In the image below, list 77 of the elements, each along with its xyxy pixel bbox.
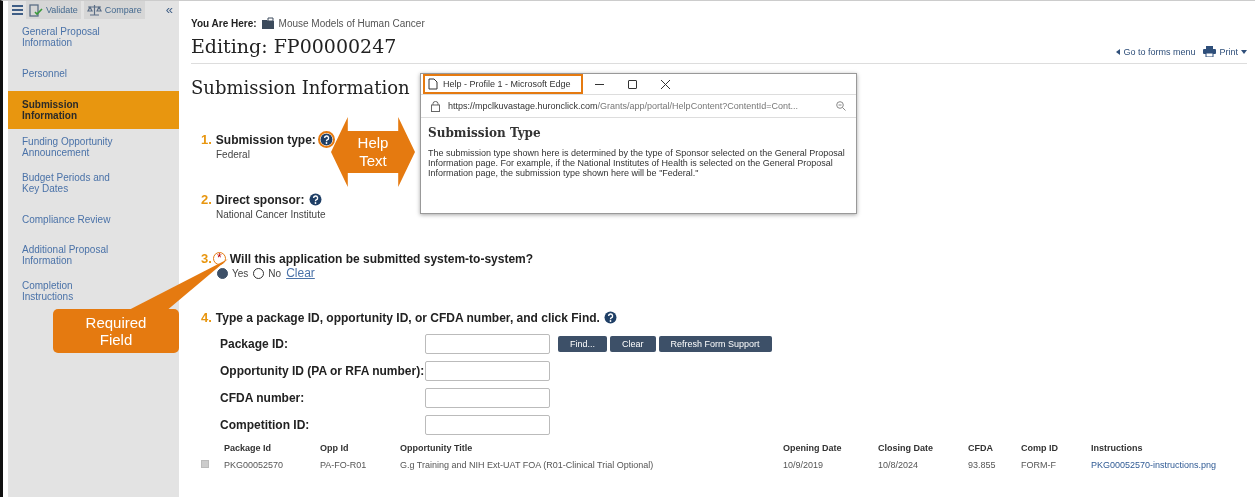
column-header: Closing Date <box>878 443 933 453</box>
radio-label: No <box>268 267 282 279</box>
forms-menu-link[interactable]: Go to forms menu <box>1116 46 1196 57</box>
column-header: Opportunity Title <box>400 443 473 453</box>
sidebar-item[interactable]: Compliance Review <box>8 201 179 237</box>
field-label: Competition ID: <box>220 418 311 432</box>
column-header: Comp ID <box>1021 443 1058 453</box>
radio-label: Yes <box>232 267 249 279</box>
document-check-icon <box>29 3 43 17</box>
scale-icon <box>86 4 102 16</box>
sidebar-item[interactable]: General Proposal Information <box>8 19 179 55</box>
table-cell: G.g Training and NIH Ext-UAT FOA (R01-Clinical Trial Optional) <box>400 460 654 470</box>
column-header: Instructions <box>1091 443 1143 453</box>
form-button[interactable]: Clear <box>610 336 656 352</box>
section-title: Submission Information <box>191 77 410 98</box>
question-label: Will this application be submitted system-to-system? <box>229 251 534 266</box>
sidebar-item[interactable]: Submission Information <box>8 91 179 129</box>
table-cell: FORM-F <box>1021 460 1056 470</box>
form-button[interactable]: Find... <box>558 336 607 352</box>
question-label: Type a package ID, opportunity ID, or CFDA number, and click Find. <box>215 310 600 325</box>
form-button[interactable]: Refresh Form Support <box>658 336 772 352</box>
address-bar-url: https://mpclkuvastage.huronclick.com/Grants/app/portal/HelpContent?ContentId=Cont... <box>448 101 799 111</box>
input-field[interactable] <box>425 334 550 354</box>
column-header: CFDA <box>968 443 993 453</box>
folder-icon <box>260 17 275 30</box>
table-cell: 93.855 <box>968 460 996 470</box>
help-icon[interactable] <box>319 133 333 146</box>
clear-link[interactable]: Clear <box>286 266 315 280</box>
help-heading: Submission Type <box>428 126 542 140</box>
table-cell: 10/9/2019 <box>783 460 824 470</box>
input-field[interactable] <box>425 361 550 381</box>
radio-option[interactable]: Yes <box>217 267 249 279</box>
table-cell: PKG00052570 <box>224 460 284 470</box>
print-link[interactable]: Print <box>1203 46 1247 57</box>
collapse-button[interactable]: « <box>165 4 173 16</box>
sidebar-item[interactable]: Additional Proposal Information <box>8 237 179 273</box>
window-title: Help - Profile 1 - Microsoft Edge <box>423 74 583 94</box>
question-number: 1. <box>201 132 212 147</box>
validate-button[interactable]: Validate <box>26 1 81 19</box>
answer-value: National Cancer Institute <box>216 209 326 220</box>
instructions-link[interactable]: PKG00052570-instructions.png <box>1091 460 1217 470</box>
question-number: 3. <box>201 251 212 266</box>
checkbox-icon[interactable] <box>201 460 209 468</box>
input-field[interactable] <box>425 415 550 435</box>
column-header: Opp Id <box>320 443 349 453</box>
table-cell: PA-FO-R01 <box>320 460 367 470</box>
sidebar-item[interactable]: Budget Periods and Key Dates <box>8 165 179 201</box>
column-header: Opening Date <box>783 443 842 453</box>
page-icon <box>428 78 438 90</box>
answer-value: Federal <box>216 149 250 160</box>
sidebar-item[interactable]: Personnel <box>8 55 179 91</box>
column-header: Package Id <box>224 443 272 453</box>
sidebar-item[interactable]: Completion Instructions <box>8 273 179 309</box>
help-icon[interactable] <box>308 193 322 206</box>
field-label: Opportunity ID (PA or RFA number): <box>220 364 425 378</box>
help-text: The submission type shown here is determined by the type of Sponsor selected on the General Proposal Information page. For example, if the National Institutes of Health is selected on the General Proposal Information page, the submission type shown here will be "Federal." <box>428 148 846 178</box>
compare-button[interactable]: Compare <box>83 1 145 19</box>
radio-button[interactable] <box>217 267 228 279</box>
breadcrumb-label: You Are Here: <box>191 18 257 29</box>
required-field-callout: Required Field <box>53 309 179 353</box>
field-label: CFDA number: <box>220 391 306 405</box>
question-label: Direct sponsor: <box>215 192 305 207</box>
radio-option[interactable]: No <box>253 267 282 279</box>
menu-icon[interactable] <box>12 5 23 15</box>
field-label: Package ID: <box>220 337 290 351</box>
sidebar-item[interactable]: Funding Opportunity Announcement <box>8 129 179 165</box>
help-icon[interactable] <box>603 311 617 324</box>
lock-icon <box>431 100 440 112</box>
question-number: 4. <box>201 310 212 325</box>
zoom-icon[interactable] <box>836 101 846 111</box>
page-title: Editing: FP00000247 <box>191 35 397 57</box>
question-label: Submission type: <box>215 132 316 147</box>
input-field[interactable] <box>425 388 550 408</box>
question-number: 2. <box>201 192 212 207</box>
breadcrumb-link[interactable]: Mouse Models of Human Cancer <box>278 18 425 29</box>
table-cell: 10/8/2024 <box>878 460 919 470</box>
printer-icon <box>1203 46 1217 57</box>
